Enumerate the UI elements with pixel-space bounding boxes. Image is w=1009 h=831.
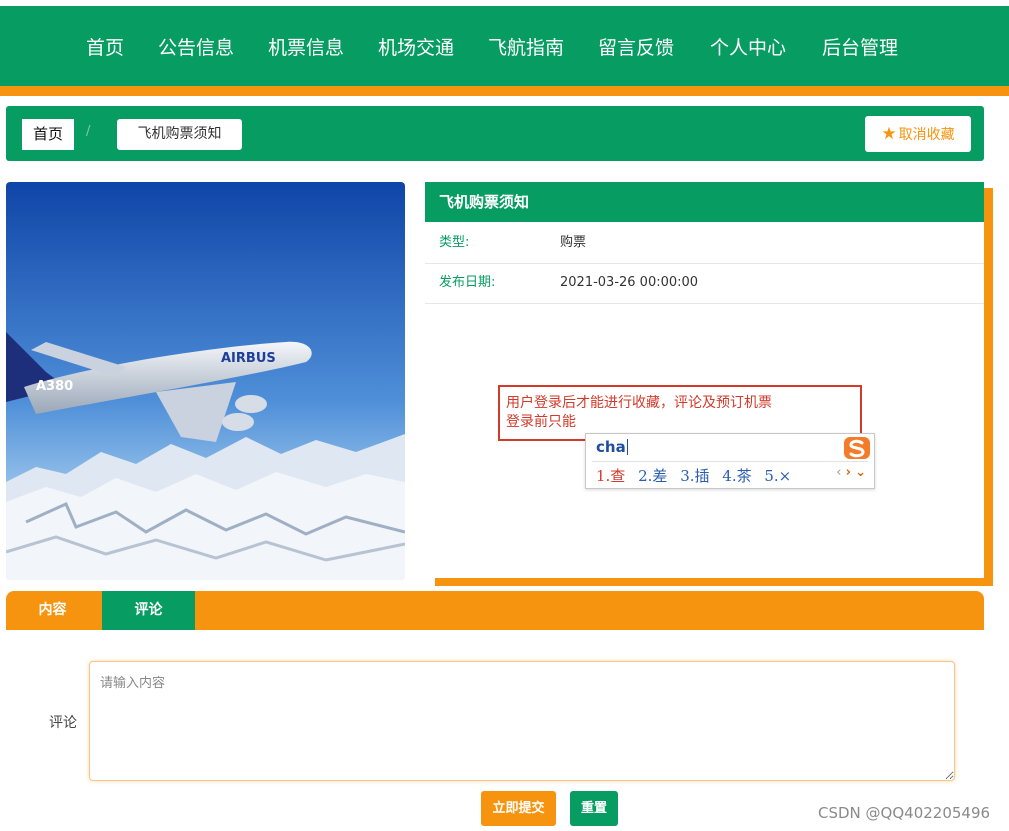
nav-item-tickets[interactable]: 机票信息 [268,36,344,60]
nav-item-announcements[interactable]: 公告信息 [158,36,234,60]
submit-button[interactable]: 立即提交 [481,791,556,826]
breadcrumb: 首页 / 飞机购票须知 ★ 取消收藏 [6,106,984,161]
type-label: 类型: [439,235,470,250]
detail-title: 飞机购票须知 [425,182,984,222]
unfavorite-label: 取消收藏 [898,127,955,143]
tab-content[interactable]: 内容 [6,591,99,630]
nav-item-user-center[interactable]: 个人中心 [710,36,786,60]
type-row: 类型: 购票 [425,223,984,264]
type-value: 购票 [560,235,587,250]
ime-candidate-4[interactable]: 4.茶 [722,467,751,485]
ime-candidate-3[interactable]: 3.插 [680,467,709,485]
a380-tail-text: A380 [36,379,73,394]
nav-item-feedback[interactable]: 留言反馈 [598,36,674,60]
ime-candidate-2[interactable]: 2.差 [638,467,667,485]
detail-panel: 飞机购票须知 类型: 购票 发布日期: 2021-03-26 00:00:00 … [425,182,984,578]
ime-candidate-1[interactable]: 1.查 [596,467,625,485]
unfavorite-button[interactable]: ★ 取消收藏 [865,116,971,152]
nav-accent-strip [0,86,1009,96]
ime-input: cha [596,438,628,456]
breadcrumb-home[interactable]: 首页 [22,119,74,150]
chevron-down-icon[interactable]: ⌄ [855,465,866,480]
chevron-left-icon[interactable]: ‹ [836,465,841,480]
tab-comments[interactable]: 评论 [102,591,195,630]
sogou-logo-icon [844,437,870,459]
content-line-2: 登录前只能 [506,414,576,430]
nav-item-admin[interactable]: 后台管理 [822,36,898,60]
date-value: 2021-03-26 00:00:00 [560,275,699,290]
nav-item-flight-guide[interactable]: 飞航指南 [488,36,564,60]
nav-item-home[interactable]: 首页 [86,36,124,60]
ticket-image: AIRBUS A380 [6,182,405,580]
ime-candidates: 1.查 2.差 3.插 4.茶 5.× [596,465,799,486]
date-row: 发布日期: 2021-03-26 00:00:00 [425,263,984,304]
airbus-logo-text: AIRBUS [221,351,276,366]
ime-page-nav: ‹ › ⌄ [836,465,866,480]
date-label: 发布日期: [439,275,496,290]
chevron-right-icon[interactable]: › [846,465,851,480]
detail-tabs: 内容 评论 [6,591,984,630]
top-nav: 首页 公告信息 机票信息 机场交通 飞航指南 留言反馈 个人中心 后台管理 [0,6,1009,86]
ime-popup: cha 1.查 2.差 3.插 4.茶 5.× ‹ › ⌄ [585,433,875,489]
reset-button[interactable]: 重置 [570,791,618,826]
breadcrumb-current: 飞机购票须知 [117,119,242,150]
comment-label: 评论 [49,715,77,731]
watermark: CSDN @QQ402205496 [818,804,991,822]
content-line-1: 用户登录后才能进行收藏，评论及预订机票 [506,395,772,411]
nav-item-airport-transport[interactable]: 机场交通 [378,36,454,60]
comment-input[interactable] [89,661,955,781]
star-icon: ★ [881,124,897,144]
ime-candidate-5[interactable]: 5.× [764,467,791,485]
breadcrumb-separator: / [86,124,91,139]
